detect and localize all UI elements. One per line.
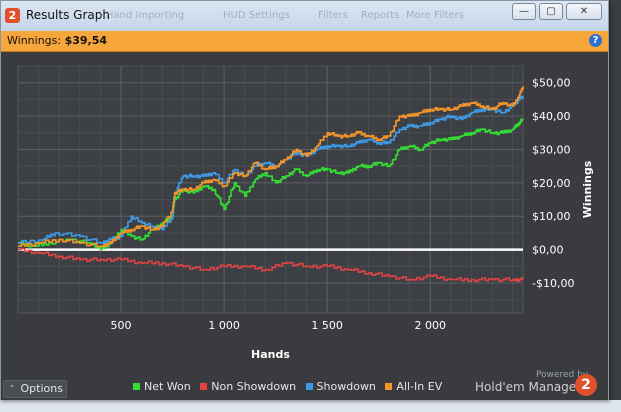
title-bar[interactable]: 2 Results Graph Hand Importing HUD Setti… [1, 1, 608, 31]
help-icon[interactable]: ? [589, 34, 602, 47]
results-graph-window: 2 Results Graph Hand Importing HUD Setti… [0, 0, 609, 400]
winnings-bar: Winnings: $39,54 ? [1, 31, 608, 52]
legend-label: Showdown [316, 380, 376, 393]
legend-item-non-showdown[interactable]: Non Showdown [200, 380, 296, 393]
background-table-strip [0, 400, 621, 412]
legend-item-all-in-ev[interactable]: All-In EV [385, 380, 442, 393]
ghost-menu-item: HUD Settings [223, 10, 290, 21]
winnings-value: $39,54 [64, 34, 108, 47]
ghost-menu-item: Reports [361, 10, 400, 21]
y-tick-label: $50,00 [532, 77, 571, 90]
winnings-label: Winnings: [7, 34, 62, 47]
x-tick-label: 2 000 [414, 319, 446, 332]
results-chart: 500 1 000 1 500 2 000 -$10,00 $0,00 $10,00 $20,… [1, 52, 608, 372]
x-axis-label: Hands [251, 348, 290, 361]
legend-item-showdown[interactable]: Showdown [305, 380, 376, 393]
maximize-button[interactable]: ▢ [539, 3, 563, 20]
legend-item-net-won[interactable]: Net Won [133, 380, 191, 393]
winnings-summary: Winnings: $39,54 [7, 34, 107, 47]
chart-footer: ˄ Options Net Won Non Showdown Showdown A… [1, 370, 608, 400]
y-tick-label: $30,00 [532, 143, 571, 156]
app-logo-icon: 2 [5, 8, 20, 23]
ghost-menu-item: More Filters [406, 10, 464, 21]
y-tick-label: $40,00 [532, 110, 571, 123]
minimize-button[interactable]: — [512, 3, 536, 20]
options-label: Options [20, 382, 63, 395]
y-tick-label: -$10,00 [532, 277, 574, 290]
y-tick-label: $20,00 [532, 177, 571, 190]
legend-label: Non Showdown [211, 380, 297, 393]
y-tick-label: $10,00 [532, 210, 571, 223]
window-title: Results Graph [26, 8, 110, 22]
legend-label: All-In EV [396, 380, 443, 393]
legend-swatch [200, 383, 208, 390]
chart-legend: Net Won Non Showdown Showdown All-In EV [133, 380, 448, 393]
legend-swatch [305, 383, 313, 390]
x-tick-label: 500 [111, 319, 132, 332]
ghost-menu-item: Filters [318, 10, 348, 21]
ghost-menu-item: Hand Importing [106, 10, 185, 21]
brand-logo-icon: 2 [575, 374, 597, 396]
x-tick-label: 1 000 [208, 319, 240, 332]
legend-label: Net Won [144, 380, 191, 393]
brand-name: Hold'em Manager [475, 380, 582, 394]
chevron-up-icon: ˄ [10, 385, 15, 395]
y-tick-label: $0,00 [532, 244, 564, 257]
legend-swatch [133, 383, 140, 390]
y-axis-label: Winnings [581, 160, 594, 218]
legend-swatch [385, 383, 393, 390]
options-button[interactable]: ˄ Options [3, 380, 67, 398]
close-button[interactable]: ✕ [566, 3, 602, 20]
x-tick-label: 1 500 [311, 319, 343, 332]
plot-background [17, 65, 524, 314]
results-chart-svg: 500 1 000 1 500 2 000 -$10,00 $0,00 $10,00 $20,… [17, 65, 594, 361]
